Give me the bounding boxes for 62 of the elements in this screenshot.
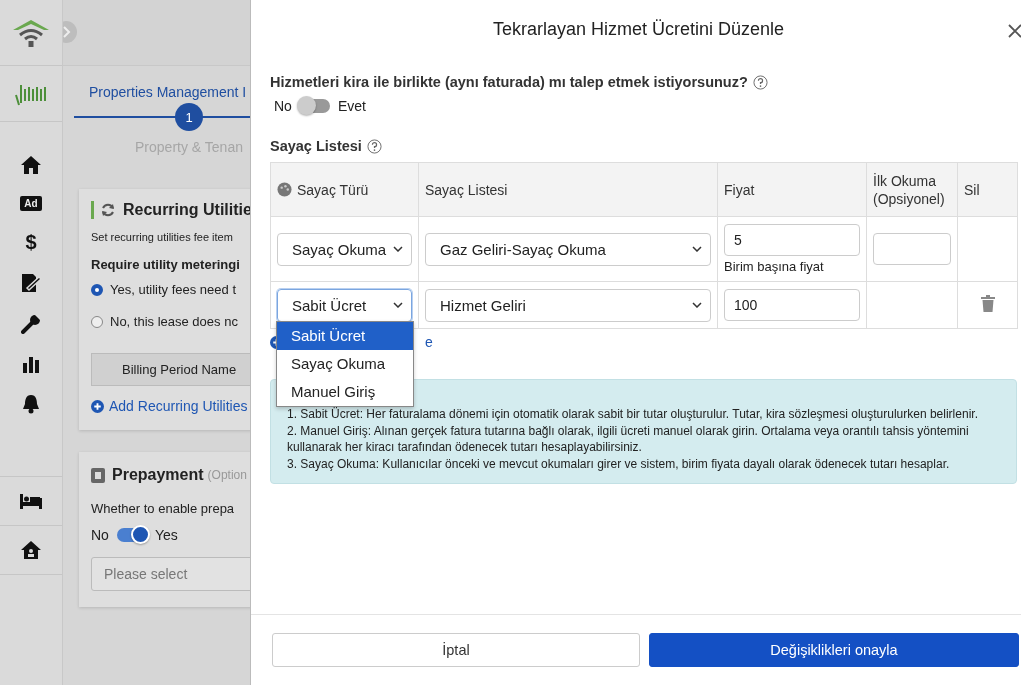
toggle-on-label: Yes bbox=[154, 527, 178, 543]
radio-label: Yes, utility fees need t bbox=[110, 282, 236, 297]
card-title: Prepayment bbox=[112, 466, 204, 484]
delete-icon[interactable] bbox=[980, 295, 995, 312]
cancel-button[interactable]: İptal bbox=[272, 633, 640, 667]
add-icon[interactable] bbox=[91, 399, 104, 413]
toggle-on-label: Evet bbox=[337, 98, 366, 114]
help-icon[interactable] bbox=[752, 74, 768, 90]
column-label: Fiyat bbox=[724, 180, 755, 199]
dropdown-option[interactable]: Sabit Ücret bbox=[277, 322, 413, 350]
meter-list-select[interactable]: Gaz Geliri-Sayaç Okuma bbox=[425, 232, 711, 266]
billing-toggle[interactable] bbox=[299, 99, 330, 113]
chevron-down-icon bbox=[692, 246, 702, 252]
radio-button[interactable] bbox=[91, 283, 103, 296]
info-text: 3. Sayaç Okuma: Kullanıcılar önceki ve mevcut okumaları girer ve sistem, birim fiyata dayalı olarak ödenecek tutarı hesaplar. bbox=[287, 455, 951, 472]
document-pen-icon[interactable] bbox=[20, 273, 42, 293]
palette-icon bbox=[277, 182, 292, 197]
wrench-icon[interactable] bbox=[21, 314, 41, 334]
close-icon[interactable] bbox=[1008, 24, 1021, 38]
column-label: Sayaç Listesi bbox=[425, 180, 508, 199]
chevron-down-icon bbox=[393, 246, 403, 252]
price-hint: Birim başına fiyat bbox=[724, 259, 825, 274]
confirm-button[interactable]: Değişiklikleri onayla bbox=[649, 633, 1019, 667]
first-reading-field[interactable] bbox=[873, 233, 951, 265]
toggle-off-label: No bbox=[91, 527, 109, 543]
house-icon[interactable] bbox=[20, 540, 42, 560]
bed-icon[interactable] bbox=[19, 493, 43, 509]
info-text: 2. Manuel Giriş: Alınan gerçek fatura tutarına bağlı olarak, ilgili ücreti manuel olarak girin. Ortalama veya orantılı tahsis yöntemini kullanarak her kiracı tarafından ödenecek tutarı hesaplayabilirsiniz. bbox=[287, 422, 970, 456]
modal-title: Tekrarlayan Hizmet Ücretini Düzenle bbox=[493, 18, 785, 40]
refresh-icon bbox=[100, 202, 116, 218]
ad-badge[interactable]: Ad bbox=[20, 196, 42, 211]
price-field[interactable]: 100 bbox=[724, 289, 860, 321]
column-label: Sayaç Türü bbox=[297, 180, 369, 199]
bar-chart-icon[interactable] bbox=[22, 355, 40, 373]
logo-icon bbox=[11, 17, 51, 48]
chevron-down-icon bbox=[393, 302, 403, 308]
card-title: Recurring Utilitie bbox=[123, 201, 252, 219]
dollar-icon[interactable]: $ bbox=[25, 232, 37, 252]
card-description: Set recurring utilities fee item bbox=[91, 231, 233, 243]
billing-question: Hizmetleri kira ile birlikte (aynı faturada) mı talep etmek istiyorsunuz? bbox=[270, 74, 748, 90]
prepayment-question: Whether to enable prepa bbox=[91, 501, 235, 516]
price-field[interactable]: 5 bbox=[724, 224, 860, 256]
info-text: 1. Sabit Ücret: Her faturalama dönemi için otomatik olarak sabit bir tutar oluşturulur. Tutar, kira sözleşmesi oluşturulurken belirlenir. bbox=[287, 406, 979, 423]
add-utilities-link[interactable]: Add Recurring Utilities bbox=[109, 398, 248, 414]
bell-icon[interactable] bbox=[22, 394, 40, 414]
toggle-off-label: No bbox=[274, 98, 292, 114]
meter-list-select[interactable]: Hizmet Geliri bbox=[425, 288, 711, 322]
help-icon[interactable] bbox=[366, 138, 382, 154]
optional-hint: (Option bbox=[207, 468, 247, 482]
prepayment-toggle[interactable] bbox=[116, 528, 147, 542]
chevron-down-icon bbox=[692, 302, 702, 308]
radio-label: No, this lease does nc bbox=[110, 314, 238, 329]
column-label: İlk Okuma (Opsiyonel) bbox=[873, 171, 946, 208]
meter-type-select[interactable]: Sayaç Okuma bbox=[277, 232, 412, 266]
metering-question: Require utility meteringi bbox=[91, 257, 240, 272]
radio-button[interactable] bbox=[91, 315, 103, 328]
document-icon bbox=[91, 467, 105, 483]
column-label: Sil bbox=[964, 180, 980, 199]
section-title: Sayaç Listesi bbox=[270, 138, 362, 154]
add-meter-link[interactable]: e bbox=[425, 334, 433, 350]
home-icon[interactable] bbox=[20, 155, 42, 175]
step-number[interactable]: 1 bbox=[175, 103, 203, 131]
